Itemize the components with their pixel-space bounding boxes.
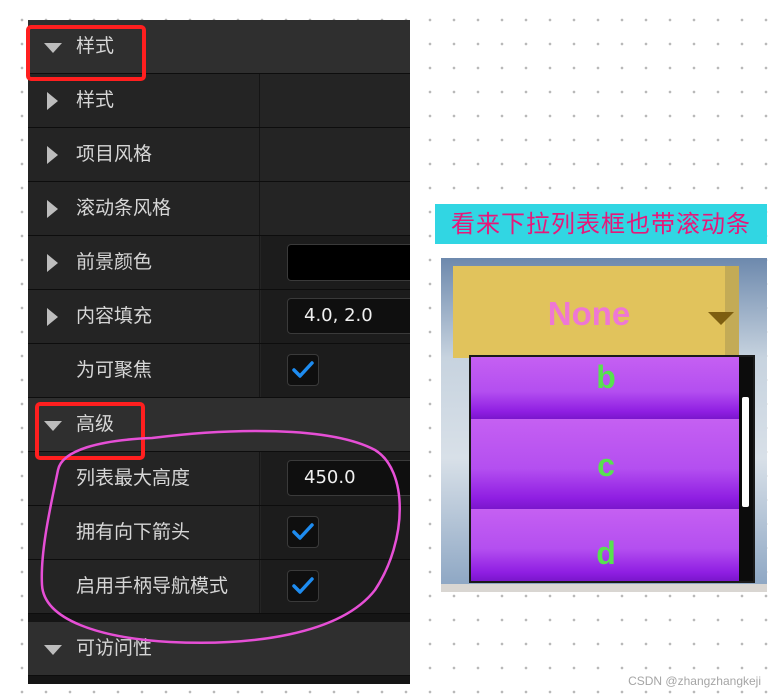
preview-bottom-edge <box>441 584 767 592</box>
property-value <box>261 128 410 181</box>
scrollbar[interactable] <box>739 357 753 581</box>
annotation-circle <box>40 429 401 645</box>
property-row-is-focusable[interactable]: 为可聚焦 <box>28 344 410 398</box>
highlight-box-style <box>26 25 146 81</box>
expand-arrow-icon[interactable] <box>47 254 58 272</box>
property-row-style[interactable]: 样式 <box>28 74 410 128</box>
property-row-foreground-color[interactable]: 前景颜色 <box>28 236 410 290</box>
property-value <box>261 182 410 235</box>
list-item-b[interactable]: b <box>471 357 741 419</box>
annotation-note: 看来下拉列表框也带滚动条 <box>435 204 767 244</box>
property-label: 前景颜色 <box>76 251 153 273</box>
expand-arrow-icon[interactable] <box>47 92 58 110</box>
expand-arrow-icon[interactable] <box>47 200 58 218</box>
property-label: 样式 <box>76 89 115 111</box>
dropdown-list: b c d <box>469 355 755 583</box>
watermark: CSDN @zhangzhangkeji <box>628 674 761 688</box>
expand-arrow-icon[interactable] <box>47 146 58 164</box>
list-item-c[interactable]: c <box>471 419 741 509</box>
property-label: 为可聚焦 <box>76 359 153 381</box>
property-label: 滚动条风格 <box>76 197 172 219</box>
property-label: 项目风格 <box>76 143 153 165</box>
property-label: 内容填充 <box>76 305 153 327</box>
dropdown-arrow-icon[interactable] <box>708 312 734 325</box>
checkmark-icon <box>292 361 314 378</box>
content-padding-input[interactable]: 4.0, 2.0 <box>287 298 410 334</box>
scrollbar-thumb[interactable] <box>742 397 749 507</box>
property-row-item-style[interactable]: 项目风格 <box>28 128 410 182</box>
property-row-content-padding[interactable]: 内容填充 4.0, 2.0 <box>28 290 410 344</box>
color-swatch[interactable] <box>287 244 410 281</box>
combobox-preview: None b c d <box>441 258 767 592</box>
property-value <box>261 74 410 127</box>
is-focusable-checkbox[interactable] <box>287 354 319 386</box>
combobox[interactable]: None <box>453 266 739 358</box>
expand-arrow-icon[interactable] <box>47 308 58 326</box>
property-row-scrollbar-style[interactable]: 滚动条风格 <box>28 182 410 236</box>
combobox-selected-value: None <box>547 295 631 332</box>
list-item-d[interactable]: d <box>471 509 741 581</box>
